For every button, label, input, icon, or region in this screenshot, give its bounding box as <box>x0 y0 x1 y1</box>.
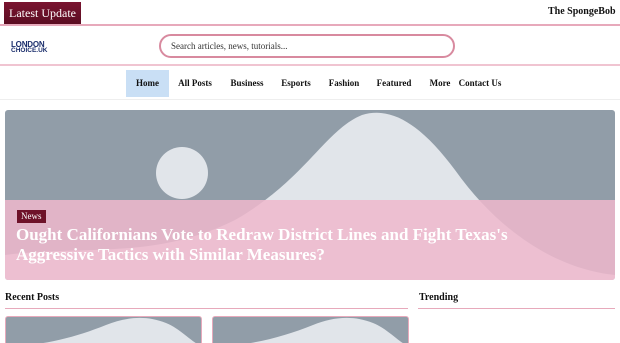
nav-more[interactable]: More <box>426 70 454 97</box>
trending-divider <box>418 308 615 309</box>
logo-line2: CHOICE.UK <box>11 47 48 54</box>
site-header: LONDON CHOICE.UK <box>0 26 620 66</box>
nav-business[interactable]: Business <box>226 70 268 97</box>
ticker-bar: Latest Update The SpongeBob <box>0 0 620 26</box>
nav-home[interactable]: Home <box>126 70 169 97</box>
nav-all-posts[interactable]: All Posts <box>174 70 216 97</box>
search-box <box>159 34 455 58</box>
image-placeholder-icon <box>43 318 196 343</box>
site-logo[interactable]: LONDON CHOICE.UK <box>11 40 51 56</box>
nav-featured[interactable]: Featured <box>373 70 415 97</box>
nav-contact-us[interactable]: Contact Us <box>457 70 503 97</box>
post-card[interactable] <box>5 316 202 343</box>
image-placeholder-icon <box>250 318 403 343</box>
nav-esports[interactable]: Esports <box>278 70 314 97</box>
post-card[interactable] <box>212 316 409 343</box>
main-nav: Home All Posts Business Esports Fashion … <box>0 68 620 100</box>
hero-title[interactable]: Ought Californians Vote to Redraw Distri… <box>16 225 576 265</box>
recent-posts-heading: Recent Posts <box>5 292 60 303</box>
hero-category-badge[interactable]: News <box>17 210 46 223</box>
hero-featured-post[interactable]: News Ought Californians Vote to Redraw D… <box>5 110 615 280</box>
trending-heading: Trending <box>419 292 459 303</box>
nav-fashion[interactable]: Fashion <box>325 70 363 97</box>
search-input[interactable] <box>161 36 453 56</box>
latest-update-label: Latest Update <box>4 2 81 24</box>
recent-posts-divider <box>5 308 408 309</box>
ticker-headline-link[interactable]: The SpongeBob <box>548 6 616 17</box>
